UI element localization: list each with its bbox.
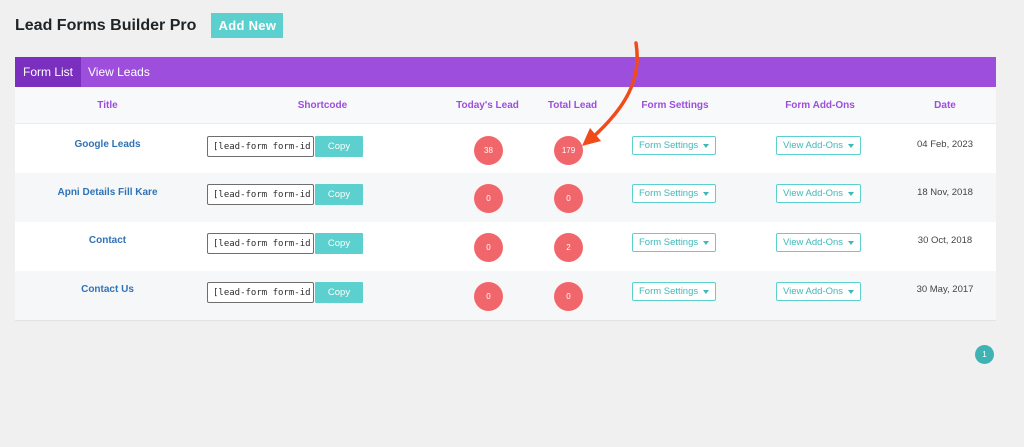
form-settings-dropdown[interactable]: Form Settings [632, 184, 717, 203]
view-addons-label: View Add-Ons [783, 140, 844, 151]
table-row: Apni Details Fill Kare [lead-form form-i… [15, 173, 996, 222]
tab-view-leads[interactable]: View Leads [81, 57, 157, 87]
col-title: Title [97, 100, 118, 111]
shortcode-input[interactable]: [lead-form form-id [207, 136, 314, 157]
form-settings-label: Form Settings [639, 188, 699, 199]
form-date: 30 May, 2017 [916, 283, 974, 295]
copy-button[interactable]: Copy [315, 136, 363, 157]
table-row: Contact [lead-form form-id Copy 0 2 Form… [15, 222, 996, 271]
view-addons-dropdown[interactable]: View Add-Ons [776, 184, 862, 203]
total-lead-badge: 0 [554, 184, 583, 213]
col-shortcode: Shortcode [297, 100, 348, 111]
caret-down-icon [703, 240, 710, 245]
view-addons-label: View Add-Ons [783, 237, 844, 248]
caret-down-icon [848, 289, 855, 294]
form-settings-label: Form Settings [639, 286, 699, 297]
col-total-lead: Total Lead [547, 100, 598, 111]
view-addons-dropdown[interactable]: View Add-Ons [776, 136, 862, 155]
copy-button[interactable]: Copy [315, 184, 363, 205]
shortcode-input[interactable]: [lead-form form-id [207, 233, 314, 254]
copy-button[interactable]: Copy [315, 282, 363, 303]
caret-down-icon [848, 191, 855, 196]
table-header: Title Shortcode Today's Lead Total Lead … [15, 87, 996, 124]
caret-down-icon [848, 143, 855, 148]
caret-down-icon [703, 143, 710, 148]
copy-button[interactable]: Copy [315, 233, 363, 254]
col-form-settings: Form Settings [641, 100, 709, 111]
shortcode-input[interactable]: [lead-form form-id [207, 282, 314, 303]
caret-down-icon [848, 240, 855, 245]
forms-table: Title Shortcode Today's Lead Total Lead … [15, 87, 996, 321]
total-lead-badge: 2 [554, 233, 583, 262]
form-date: 30 Oct, 2018 [917, 234, 973, 246]
caret-down-icon [703, 289, 710, 294]
form-date: 04 Feb, 2023 [917, 138, 973, 150]
view-addons-dropdown[interactable]: View Add-Ons [776, 282, 862, 301]
pagination-page-button[interactable]: 1 [975, 345, 994, 364]
col-todays-lead: Today's Lead [456, 100, 519, 111]
form-title-link[interactable]: Contact Us [81, 284, 134, 295]
form-settings-dropdown[interactable]: Form Settings [632, 282, 717, 301]
form-title-link[interactable]: Apni Details Fill Kare [57, 187, 157, 198]
form-settings-dropdown[interactable]: Form Settings [632, 233, 717, 252]
form-settings-label: Form Settings [639, 140, 699, 151]
form-title-link[interactable]: Contact [89, 235, 126, 246]
tab-bar: Form List View Leads [15, 57, 996, 87]
table-row: Contact Us [lead-form form-id Copy 0 0 F… [15, 271, 996, 320]
total-lead-badge: 0 [554, 282, 583, 311]
view-addons-label: View Add-Ons [783, 286, 844, 297]
form-settings-dropdown[interactable]: Form Settings [632, 136, 717, 155]
shortcode-input[interactable]: [lead-form form-id [207, 184, 314, 205]
table-row: Google Leads [lead-form form-id Copy 38 … [15, 124, 996, 173]
caret-down-icon [703, 191, 710, 196]
view-addons-label: View Add-Ons [783, 188, 844, 199]
page-header: Lead Forms Builder Pro Add New [15, 13, 284, 38]
form-settings-label: Form Settings [639, 237, 699, 248]
total-lead-badge: 179 [554, 136, 583, 165]
add-new-button[interactable]: Add New [211, 13, 284, 38]
form-date: 18 Nov, 2018 [917, 186, 973, 198]
view-addons-dropdown[interactable]: View Add-Ons [776, 233, 862, 252]
col-form-addons: Form Add-Ons [785, 100, 855, 111]
todays-lead-badge: 38 [474, 136, 503, 165]
todays-lead-badge: 0 [474, 233, 503, 262]
todays-lead-badge: 0 [474, 282, 503, 311]
form-title-link[interactable]: Google Leads [74, 139, 140, 150]
page-title: Lead Forms Builder Pro [15, 16, 197, 34]
todays-lead-badge: 0 [474, 184, 503, 213]
tab-form-list[interactable]: Form List [15, 57, 81, 87]
col-date: Date [934, 100, 956, 111]
